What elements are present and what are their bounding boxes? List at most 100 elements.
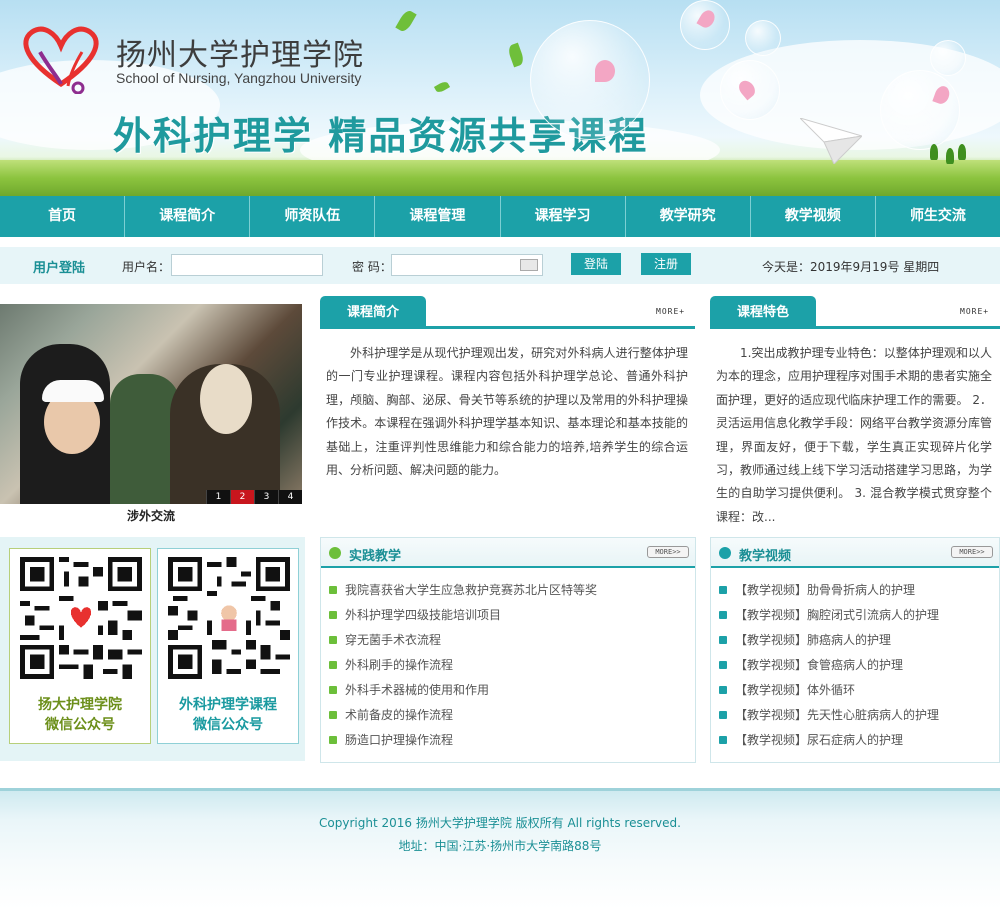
school-name-en: School of Nursing, Yangzhou University — [116, 70, 362, 86]
keyboard-icon[interactable] — [520, 259, 538, 271]
list-item[interactable]: 外科护理学四级技能培训项目 — [329, 607, 597, 632]
nav-item-course-study[interactable]: 课程学习 — [501, 196, 626, 237]
bullet-icon — [329, 586, 337, 594]
list-item[interactable]: 外科手术器械的使用和作用 — [329, 682, 597, 707]
flower-icon — [595, 60, 615, 82]
practice-list: 我院喜获省大学生应急救护竞赛苏北片区特等奖 外科护理学四级技能培训项目 穿无菌手… — [329, 582, 597, 757]
list-item[interactable]: 【教学视频】体外循环 — [719, 682, 939, 707]
videos-more-button[interactable]: MORE>> — [951, 546, 993, 558]
practice-header: 实践教学 MORE>> — [321, 538, 695, 568]
nav-item-communication[interactable]: 师生交流 — [876, 196, 1000, 237]
slide-page-2[interactable]: 2 — [230, 490, 254, 504]
paper-plane-icon — [800, 118, 862, 164]
school-name-cn: 扬州大学护理学院 — [116, 38, 364, 73]
bubble-decoration — [880, 70, 960, 150]
leaf-icon — [395, 8, 417, 34]
list-item-text: 【教学视频】胸腔闭式引流病人的护理 — [735, 608, 940, 622]
bubble-decoration — [930, 40, 966, 76]
leaf-icon — [506, 42, 526, 68]
bullet-icon — [329, 636, 337, 644]
list-item[interactable]: 穿无菌手术衣流程 — [329, 632, 597, 657]
grass-decoration — [0, 160, 1000, 196]
bullet-icon — [329, 611, 337, 619]
videos-header: 教学视频 MORE>> — [711, 538, 999, 568]
list-item[interactable]: 【教学视频】先天性心脏病病人的护理 — [719, 707, 939, 732]
list-item[interactable]: 我院喜获省大学生应急救护竞赛苏北片区特等奖 — [329, 582, 597, 607]
list-item[interactable]: 【教学视频】食管癌病人的护理 — [719, 657, 939, 682]
slide-page-4[interactable]: 4 — [278, 490, 302, 504]
qr-code-area: 扬大护理学院 微信公众号 外科护理学课程 微信公众号 — [0, 537, 305, 761]
list-item-text: 穿无菌手术衣流程 — [345, 633, 442, 647]
videos-list: 【教学视频】肋骨骨折病人的护理 【教学视频】胸腔闭式引流病人的护理 【教学视频】… — [719, 582, 939, 757]
intro-more-link[interactable]: MORE+ — [656, 307, 685, 316]
list-item-text: 【教学视频】尿石症病人的护理 — [735, 733, 904, 747]
tab-course-features[interactable]: 课程特色 — [710, 296, 816, 329]
username-input[interactable] — [171, 254, 323, 276]
today-date: 今天是：2019年9月19号 星期四 — [762, 260, 940, 274]
footer: Copyright 2016 扬州大学护理学院 版权所有 All rights … — [0, 788, 1000, 909]
bullet-icon — [329, 661, 337, 669]
list-item[interactable]: 【教学视频】肋骨骨折病人的护理 — [719, 582, 939, 607]
username-label: 用户名： — [122, 260, 171, 274]
practice-more-button[interactable]: MORE>> — [647, 546, 689, 558]
qr-code-icon — [168, 557, 290, 679]
leaf-icon — [433, 80, 451, 94]
nav-item-course-management[interactable]: 课程管理 — [375, 196, 501, 237]
nav-item-course-intro[interactable]: 课程简介 — [125, 196, 251, 237]
password-input[interactable] — [391, 254, 543, 276]
qr-card-course: 外科护理学课程 微信公众号 — [157, 548, 299, 744]
bullet-icon — [329, 711, 337, 719]
bullet-icon — [329, 736, 337, 744]
bullet-icon — [719, 586, 727, 594]
school-logo-icon — [23, 26, 99, 94]
tree-icon — [946, 148, 954, 164]
bullet-icon — [719, 736, 727, 744]
list-item[interactable]: 外科刷手的操作流程 — [329, 657, 597, 682]
nav-item-teaching-research[interactable]: 教学研究 — [626, 196, 751, 237]
bullet-icon — [719, 661, 727, 669]
features-more-link[interactable]: MORE+ — [960, 307, 989, 316]
bullet-dot-icon — [719, 547, 731, 559]
nav-item-faculty[interactable]: 师资队伍 — [250, 196, 376, 237]
practice-title[interactable]: 实践教学 — [349, 545, 401, 564]
list-item-text: 肠造口护理操作流程 — [345, 733, 454, 747]
nav-item-home[interactable]: 首页 — [0, 196, 126, 237]
login-bar: 用户登陆 用户名： 密 码： 登陆 注册 今天是：2019年9月19号 星期四 — [0, 247, 1000, 284]
slide-pager: 1 2 3 4 — [206, 490, 302, 504]
slide-page-1[interactable]: 1 — [206, 490, 230, 504]
list-item-text: 【教学视频】肋骨骨折病人的护理 — [735, 583, 916, 597]
qr-code-icon — [20, 557, 142, 679]
qr-label-line1: 扬大护理学院 — [38, 697, 122, 713]
login-button[interactable]: 登陆 — [571, 253, 621, 275]
nav-item-teaching-video[interactable]: 教学视频 — [751, 196, 876, 237]
course-intro-text: 外科护理学是从现代护理观出发，研究对外科病人进行整体护理的一门专业护理课程。课程… — [326, 346, 688, 478]
header-banner: 扬州大学护理学院 School of Nursing, Yangzhou Uni… — [0, 0, 1000, 196]
slide-page-3[interactable]: 3 — [254, 490, 278, 504]
register-button[interactable]: 注册 — [641, 253, 691, 275]
list-item[interactable]: 【教学视频】尿石症病人的护理 — [719, 732, 939, 757]
login-title: 用户登陆 — [33, 261, 86, 276]
list-item-text: 外科刷手的操作流程 — [345, 658, 454, 672]
list-item-text: 我院喜获省大学生应急救护竞赛苏北片区特等奖 — [345, 583, 598, 597]
qr-label-line1: 外科护理学课程 — [179, 697, 277, 713]
bubble-decoration — [745, 20, 781, 56]
password-label: 密 码： — [352, 260, 392, 274]
main-nav: 首页 课程简介 师资队伍 课程管理 课程学习 教学研究 教学视频 师生交流 — [0, 196, 1000, 237]
list-item[interactable]: 肠造口护理操作流程 — [329, 732, 597, 757]
bullet-icon — [719, 611, 727, 619]
list-item[interactable]: 【教学视频】肺癌病人的护理 — [719, 632, 939, 657]
footer-address: 地址：中国·江苏·扬州市大学南路88号 — [398, 839, 602, 853]
photo-figure — [200, 364, 252, 434]
slideshow-caption[interactable]: 涉外交流 — [0, 507, 302, 524]
tab-course-intro[interactable]: 课程简介 — [320, 296, 426, 329]
bullet-icon — [719, 636, 727, 644]
tree-icon — [958, 144, 966, 160]
list-item[interactable]: 【教学视频】胸腔闭式引流病人的护理 — [719, 607, 939, 632]
bullet-icon — [719, 686, 727, 694]
slideshow-photo[interactable]: 1 2 3 4 — [0, 304, 302, 504]
list-item[interactable]: 术前备皮的操作流程 — [329, 707, 597, 732]
qr-label-line2: 微信公众号 — [193, 717, 263, 733]
list-item-text: 【教学视频】先天性心脏病病人的护理 — [735, 708, 940, 722]
videos-title[interactable]: 教学视频 — [739, 545, 791, 564]
bullet-dot-icon — [329, 547, 341, 559]
